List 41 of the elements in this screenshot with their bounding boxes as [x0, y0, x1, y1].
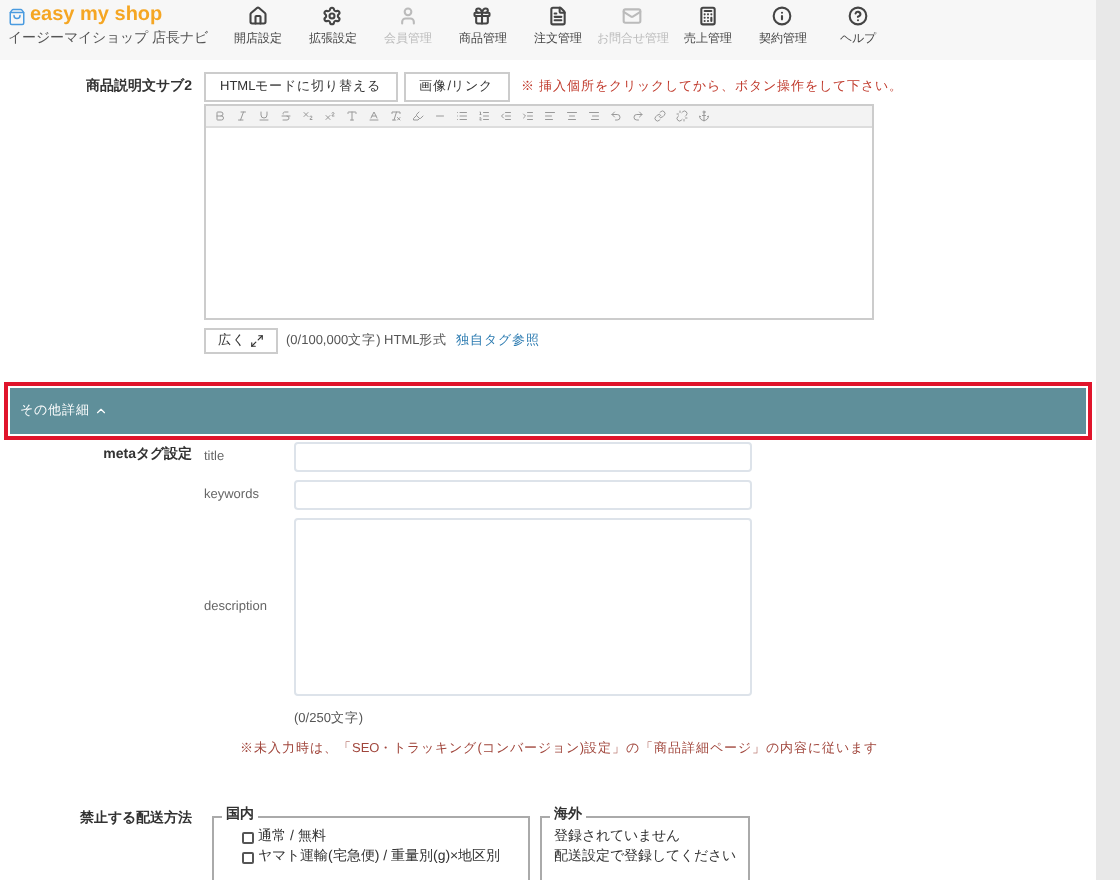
indent-icon[interactable] — [522, 110, 534, 122]
outdent-icon[interactable] — [500, 110, 512, 122]
document-icon — [547, 6, 568, 26]
meta-input-field[interactable] — [294, 442, 752, 472]
align-left-icon[interactable] — [544, 110, 556, 122]
bullet-list-icon[interactable] — [456, 110, 468, 122]
description-textarea[interactable] — [294, 518, 752, 696]
person-icon — [397, 6, 418, 26]
calculator-icon — [697, 6, 718, 26]
mail-icon — [622, 6, 643, 26]
unlink-icon[interactable] — [676, 110, 688, 122]
gift-icon — [472, 6, 493, 26]
align-right-icon[interactable] — [588, 110, 600, 122]
info-icon — [772, 6, 793, 26]
numbered-list-icon[interactable] — [478, 110, 490, 122]
chevron-up-icon — [94, 404, 108, 418]
rich-text-editor[interactable] — [204, 104, 874, 320]
bold-icon[interactable] — [214, 110, 226, 122]
anchor-icon[interactable] — [698, 110, 710, 122]
superscript-icon[interactable] — [324, 110, 336, 122]
horizontal-rule-icon[interactable] — [434, 110, 446, 122]
link-icon[interactable] — [654, 110, 666, 122]
gear-icon — [322, 6, 343, 26]
redo-icon[interactable] — [632, 110, 644, 122]
checkbox[interactable] — [242, 831, 254, 844]
meta-input-field[interactable] — [294, 480, 752, 510]
italic-icon[interactable] — [236, 110, 248, 122]
highlighter-icon[interactable] — [412, 110, 424, 122]
undo-icon[interactable] — [610, 110, 622, 122]
checkbox[interactable] — [242, 851, 254, 864]
strikethrough-icon[interactable] — [280, 110, 292, 122]
logo-icon — [8, 7, 26, 25]
underline-icon[interactable] — [258, 110, 270, 122]
home-icon — [247, 6, 268, 26]
clear-format-icon[interactable] — [390, 110, 402, 122]
subscript-icon[interactable] — [302, 110, 314, 122]
align-center-icon[interactable] — [566, 110, 578, 122]
help-icon — [847, 6, 868, 26]
font-size-icon[interactable] — [368, 110, 380, 122]
expand-icon — [250, 334, 264, 348]
font-icon[interactable] — [346, 110, 358, 122]
